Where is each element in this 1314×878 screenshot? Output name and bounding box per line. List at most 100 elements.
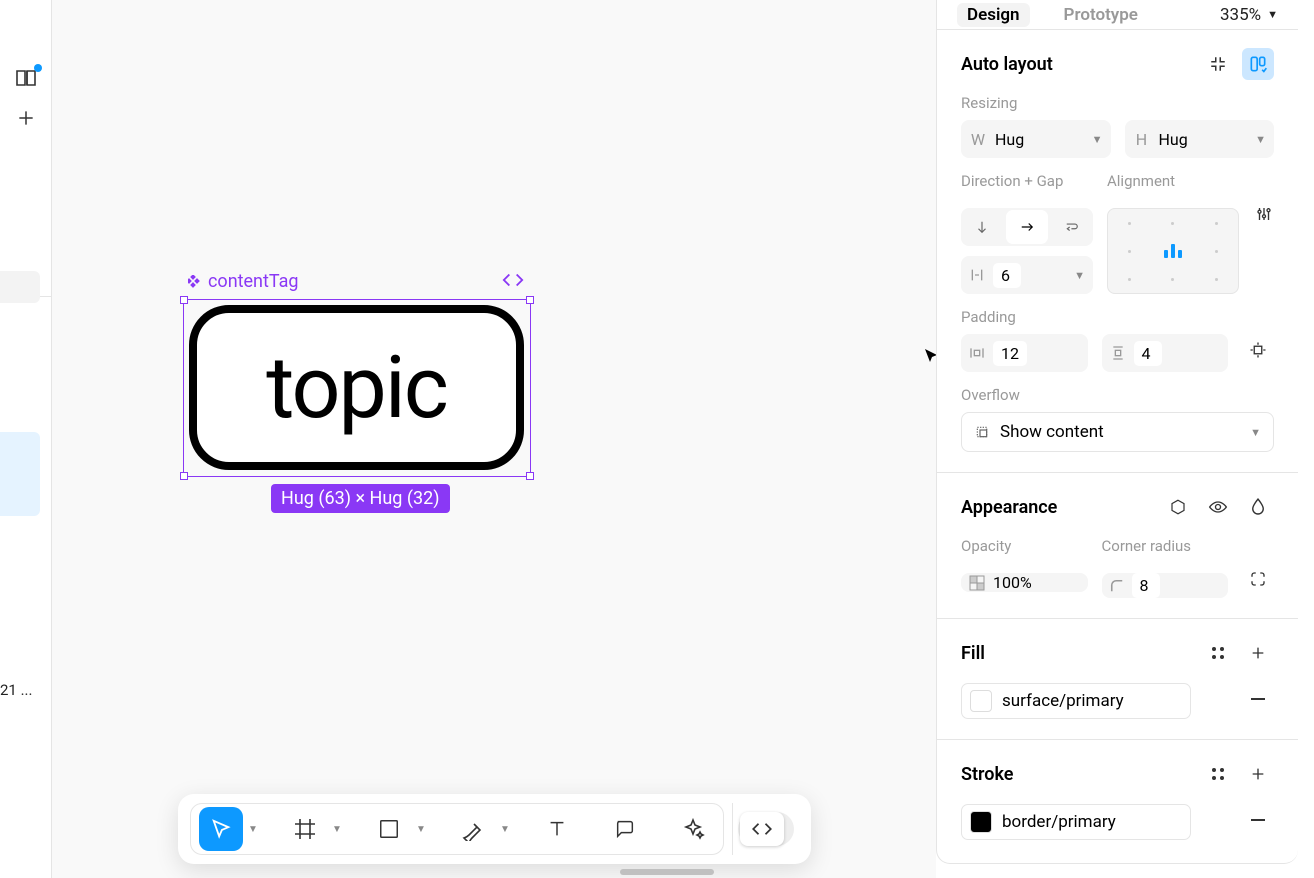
shape-tool[interactable]	[367, 807, 411, 851]
align-tc[interactable]	[1151, 209, 1194, 237]
chevron-down-icon[interactable]: ▼	[1074, 269, 1085, 282]
align-tr[interactable]	[1195, 209, 1238, 237]
height-label: H	[1133, 130, 1151, 149]
frame-tool[interactable]	[283, 807, 327, 851]
left-highlight	[0, 432, 40, 516]
direction-gap-label: Direction + Gap	[961, 172, 1093, 190]
overflow-icon	[974, 424, 990, 440]
gap-field[interactable]: 6 ▼	[961, 256, 1093, 294]
rail-truncated-text: 21 ...	[0, 681, 32, 699]
align-mc[interactable]	[1151, 237, 1194, 265]
add-stroke-icon[interactable]	[1242, 758, 1274, 790]
resize-handle-bl[interactable]	[180, 472, 188, 480]
opacity-field[interactable]: 100%	[961, 573, 1088, 592]
tab-prototype[interactable]: Prototype	[1054, 3, 1148, 27]
horizontal-scrollbar[interactable]	[620, 869, 714, 875]
resize-handle-br[interactable]	[526, 472, 534, 480]
direction-horizontal[interactable]	[1006, 210, 1049, 244]
chevron-down-icon: ▼	[1267, 8, 1278, 21]
remove-stroke-icon[interactable]	[1242, 804, 1274, 836]
inspector-tabs: Design Prototype 335% ▼	[937, 0, 1298, 30]
opacity-icon	[969, 575, 985, 591]
width-resize-field[interactable]: W Hug ▼	[961, 120, 1111, 158]
canvas[interactable]: contentTag topic Hug (63) × Hug (32)	[52, 0, 936, 878]
actions-tool[interactable]	[671, 807, 715, 851]
selection-label[interactable]: contentTag	[188, 271, 299, 292]
overflow-field[interactable]: Show content ▼	[961, 412, 1274, 452]
visibility-icon[interactable]	[1202, 491, 1234, 523]
add-fill-icon[interactable]	[1242, 637, 1274, 669]
advanced-layout-icon[interactable]	[1253, 198, 1274, 230]
text-tool[interactable]	[535, 807, 579, 851]
chevron-down-icon[interactable]: ▼	[1255, 133, 1266, 146]
variable-icon[interactable]	[1162, 491, 1194, 523]
blend-icon[interactable]	[1242, 491, 1274, 523]
direction-buttons	[961, 208, 1093, 246]
fill-value: surface/primary	[1002, 691, 1124, 711]
fill-styles-icon[interactable]	[1202, 637, 1234, 669]
plus-icon[interactable]	[14, 106, 38, 130]
bottom-toolbar: ▼ ▼ ▼ ▼	[178, 794, 811, 864]
inspector-panel: Design Prototype 335% ▼ Auto layout Resi…	[936, 0, 1298, 864]
pen-tool-dropdown[interactable]: ▼	[499, 824, 511, 835]
chevron-down-icon[interactable]: ▼	[1092, 133, 1103, 146]
zoom-control[interactable]: 335% ▼	[1220, 5, 1278, 25]
direction-vertical[interactable]	[961, 208, 1004, 246]
component-icon	[188, 275, 202, 289]
collapse-icon[interactable]	[1202, 48, 1234, 80]
radius-individual-icon[interactable]	[1242, 563, 1274, 595]
section-stroke: Stroke border/primary	[937, 740, 1298, 860]
width-value: Hug	[995, 130, 1024, 149]
resizing-label: Resizing	[961, 94, 1274, 112]
align-mr[interactable]	[1195, 237, 1238, 265]
library-icon[interactable]	[14, 66, 38, 90]
stroke-swatch	[970, 811, 992, 833]
pen-tool[interactable]	[451, 807, 495, 851]
padding-horizontal-field[interactable]: 12	[961, 334, 1088, 372]
auto-layout-suggest-icon[interactable]	[1242, 48, 1274, 80]
section-appearance: Appearance Opacity 100%	[937, 473, 1298, 619]
fill-title: Fill	[961, 643, 985, 664]
padding-v-icon	[1110, 345, 1126, 361]
comment-tool[interactable]	[603, 807, 647, 851]
zoom-value: 335%	[1220, 5, 1261, 25]
tab-design[interactable]: Design	[957, 3, 1030, 27]
section-auto-layout: Auto layout Resizing W Hug ▼ H Hug ▼	[937, 30, 1298, 473]
dimensions-badge: Hug (63) × Hug (32)	[271, 484, 450, 513]
alignment-label: Alignment	[1107, 172, 1239, 190]
direction-wrap[interactable]	[1050, 208, 1093, 246]
align-br[interactable]	[1195, 265, 1238, 293]
alignment-grid[interactable]	[1107, 208, 1239, 294]
align-bl[interactable]	[1108, 265, 1151, 293]
align-tl[interactable]	[1108, 209, 1151, 237]
dev-mode-badge-icon[interactable]	[502, 272, 524, 288]
toolbar-tools: ▼ ▼ ▼ ▼	[190, 803, 724, 855]
height-value: Hug	[1159, 130, 1188, 149]
resize-handle-tl[interactable]	[180, 296, 188, 304]
stroke-paint[interactable]: border/primary	[961, 804, 1191, 840]
notification-dot-icon	[34, 64, 42, 72]
fill-swatch	[970, 690, 992, 712]
align-bc[interactable]	[1151, 265, 1194, 293]
radius-field[interactable]: 8	[1102, 573, 1229, 598]
move-tool-dropdown[interactable]: ▼	[247, 824, 259, 835]
fill-paint[interactable]: surface/primary	[961, 683, 1191, 719]
align-active-icon	[1164, 244, 1182, 258]
move-tool[interactable]	[199, 807, 243, 851]
selection-name: contentTag	[208, 271, 299, 292]
auto-layout-title: Auto layout	[961, 54, 1053, 75]
dev-mode-toggle[interactable]	[738, 812, 794, 846]
stroke-styles-icon[interactable]	[1202, 758, 1234, 790]
shape-tool-dropdown[interactable]: ▼	[415, 824, 427, 835]
padding-label: Padding	[961, 308, 1274, 326]
stroke-value: border/primary	[1002, 812, 1116, 832]
padding-individual-icon[interactable]	[1242, 334, 1274, 366]
align-ml[interactable]	[1108, 237, 1151, 265]
gap-icon	[969, 267, 985, 283]
padding-vertical-field[interactable]: 4	[1102, 334, 1229, 372]
resize-handle-tr[interactable]	[526, 296, 534, 304]
frame-tool-dropdown[interactable]: ▼	[331, 824, 343, 835]
remove-fill-icon[interactable]	[1242, 683, 1274, 715]
left-rail: 21 ...	[0, 0, 52, 878]
height-resize-field[interactable]: H Hug ▼	[1125, 120, 1275, 158]
